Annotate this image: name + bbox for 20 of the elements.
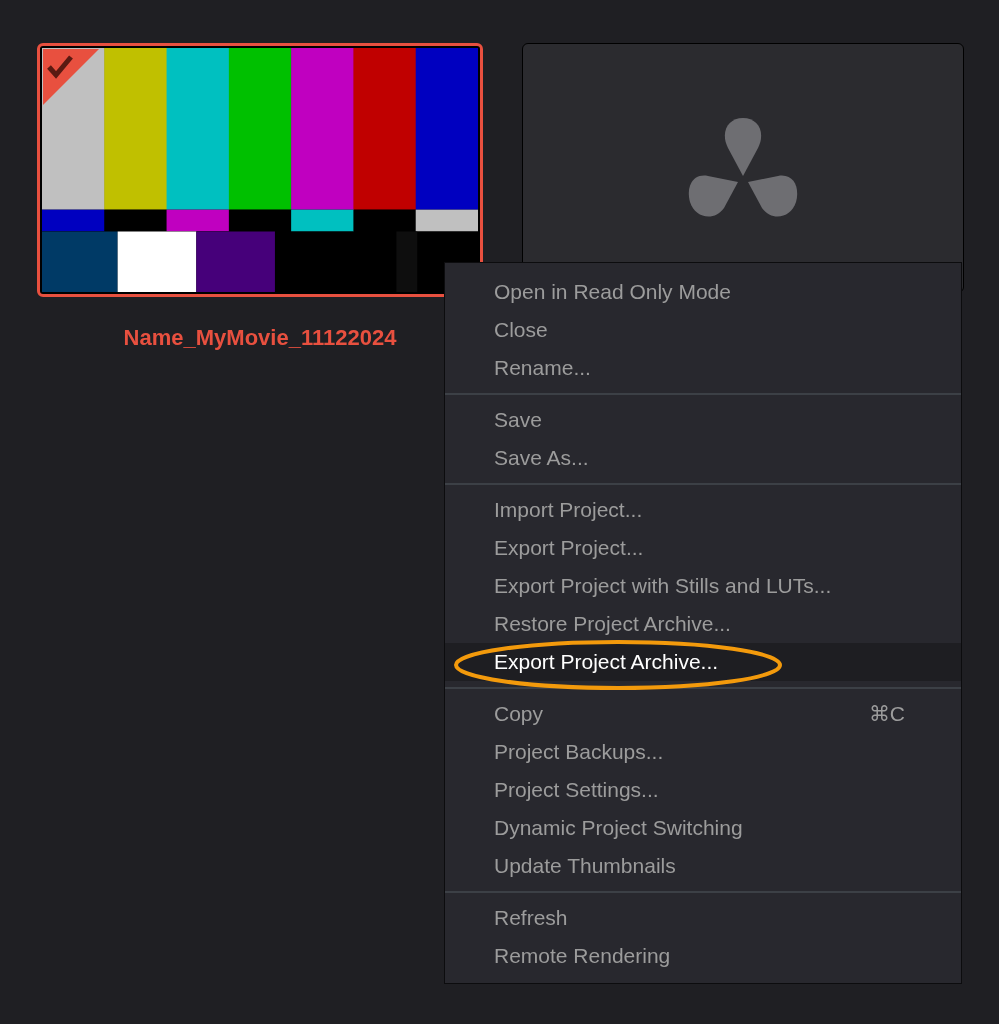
menu-item[interactable]: Export Project Archive... bbox=[445, 643, 961, 681]
menu-item[interactable]: Open in Read Only Mode bbox=[445, 273, 961, 311]
menu-item[interactable]: Export Project... bbox=[445, 529, 961, 567]
project-name: Name_MyMovie_11122024 bbox=[123, 324, 397, 352]
menu-item[interactable]: Project Settings... bbox=[445, 771, 961, 809]
shortcut-label: ⌘C bbox=[868, 701, 905, 728]
menu-item[interactable]: Save bbox=[445, 401, 961, 439]
menu-item[interactable]: Close bbox=[445, 311, 961, 349]
menu-item[interactable]: Import Project... bbox=[445, 491, 961, 529]
menu-item[interactable]: Export Project with Stills and LUTs... bbox=[445, 567, 961, 605]
menu-item[interactable]: Rename... bbox=[445, 349, 961, 387]
menu-item[interactable]: Remote Rendering bbox=[445, 937, 961, 975]
menu-item[interactable]: Project Backups... bbox=[445, 733, 961, 771]
menu-item[interactable]: Refresh bbox=[445, 899, 961, 937]
selected-check-icon bbox=[43, 49, 99, 105]
menu-item[interactable]: Restore Project Archive... bbox=[445, 605, 961, 643]
menu-item[interactable]: Dynamic Project Switching bbox=[445, 809, 961, 847]
menu-item[interactable]: Copy ⌘C bbox=[445, 695, 961, 733]
menu-item[interactable]: Save As... bbox=[445, 439, 961, 477]
menu-item[interactable]: Update Thumbnails bbox=[445, 847, 961, 885]
